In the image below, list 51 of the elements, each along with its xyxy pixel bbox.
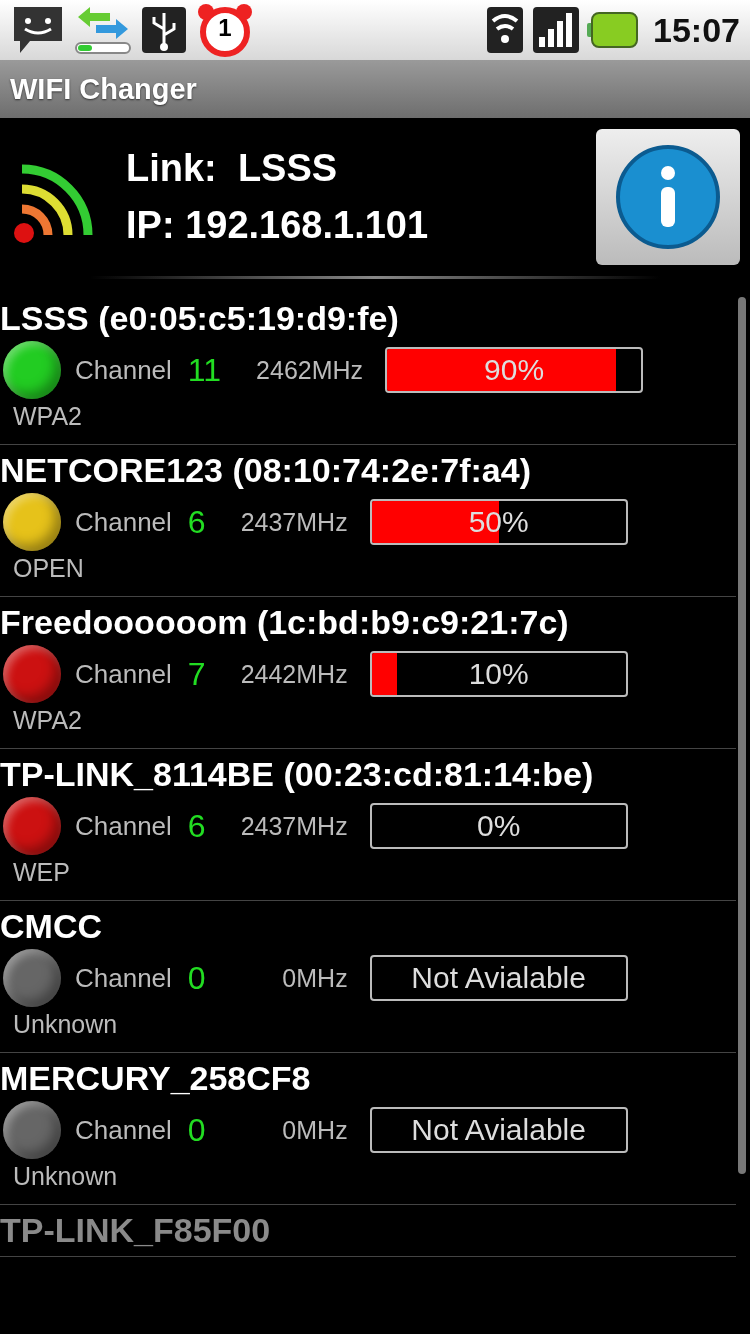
scrollbar[interactable]: [738, 297, 746, 1174]
channel-label: Channel: [75, 1114, 172, 1146]
signal-bar: 10%: [369, 651, 628, 697]
clock-time: 15:07: [653, 10, 740, 50]
network-name: Freedoooooom (1c:bd:b9:c9:21:7c): [0, 603, 570, 642]
security-type: Unknown: [12, 1010, 119, 1040]
security-type: WEP: [12, 858, 71, 888]
frequency: 2437MHz: [239, 811, 348, 841]
channel-label: Channel: [75, 506, 172, 538]
info-button[interactable]: [596, 129, 740, 265]
channel-label: Channel: [75, 658, 172, 690]
security-type: OPEN: [12, 554, 85, 584]
network-name: MERCURY_258CF8: [0, 1059, 312, 1098]
signal-bar: Not Avialable: [369, 1107, 628, 1153]
security-type: WPA2: [12, 706, 83, 736]
signal-bar: 90%: [385, 347, 644, 393]
network-item[interactable]: LSSS (e0:05:c5:19:d9:fe) Channel 11 2462MHz 90% WPA2: [0, 293, 736, 445]
channel-number: 6: [187, 503, 206, 541]
channel-number: 11: [187, 351, 222, 389]
ip-address: IP: 192.168.1.101: [126, 204, 430, 247]
security-type: WPA2: [12, 402, 83, 432]
security-type: Unknown: [12, 1162, 119, 1192]
frequency: 0MHz: [281, 1115, 348, 1145]
battery-icon: [587, 10, 640, 50]
frequency: 2442MHz: [239, 659, 348, 689]
network-item[interactable]: TP-LINK_8114BE (00:23:cd:81:14:be) Channel 6 2437MHz 0% WEP: [0, 749, 736, 901]
signal-bar: Not Avialable: [369, 955, 628, 1001]
network-item[interactable]: CMCC Channel 0 0MHz Not Avialable Unknown: [0, 901, 736, 1053]
network-name: LSSS (e0:05:c5:19:d9:fe): [0, 299, 400, 338]
link-text: Link: LSSS: [126, 147, 339, 190]
frequency: 0MHz: [281, 963, 348, 993]
channel-label: Channel: [75, 354, 172, 386]
window-title: WIFI Changer: [0, 60, 750, 118]
channel-number: 0: [187, 959, 206, 997]
network-name: CMCC: [0, 907, 103, 946]
signal-bar: 0%: [369, 803, 628, 849]
channel-label: Channel: [75, 962, 172, 994]
network-name: TP-LINK_F85F00: [0, 1211, 272, 1250]
network-item[interactable]: NETCORE123 (08:10:74:2e:7f:a4) Channel 6 2437MHz 50% OPEN: [0, 445, 736, 597]
frequency: 2462MHz: [255, 355, 364, 385]
channel-number: 7: [187, 655, 206, 693]
network-item[interactable]: Freedoooooom (1c:bd:b9:c9:21:7c) Channel 7 2442MHz 10% WPA2: [0, 597, 736, 749]
frequency: 2437MHz: [239, 507, 348, 537]
info-icon: [614, 143, 722, 251]
channel-number: 0: [187, 1111, 206, 1149]
channel-label: Channel: [75, 810, 172, 842]
network-item[interactable]: MERCURY_258CF8 Channel 0 0MHz Not Avialable Unknown: [0, 1053, 736, 1205]
signal-bar: 50%: [369, 499, 628, 545]
channel-number: 6: [187, 807, 206, 845]
network-name: TP-LINK_8114BE (00:23:cd:81:14:be): [0, 755, 595, 794]
network-name: NETCORE123 (08:10:74:2e:7f:a4): [0, 451, 532, 490]
